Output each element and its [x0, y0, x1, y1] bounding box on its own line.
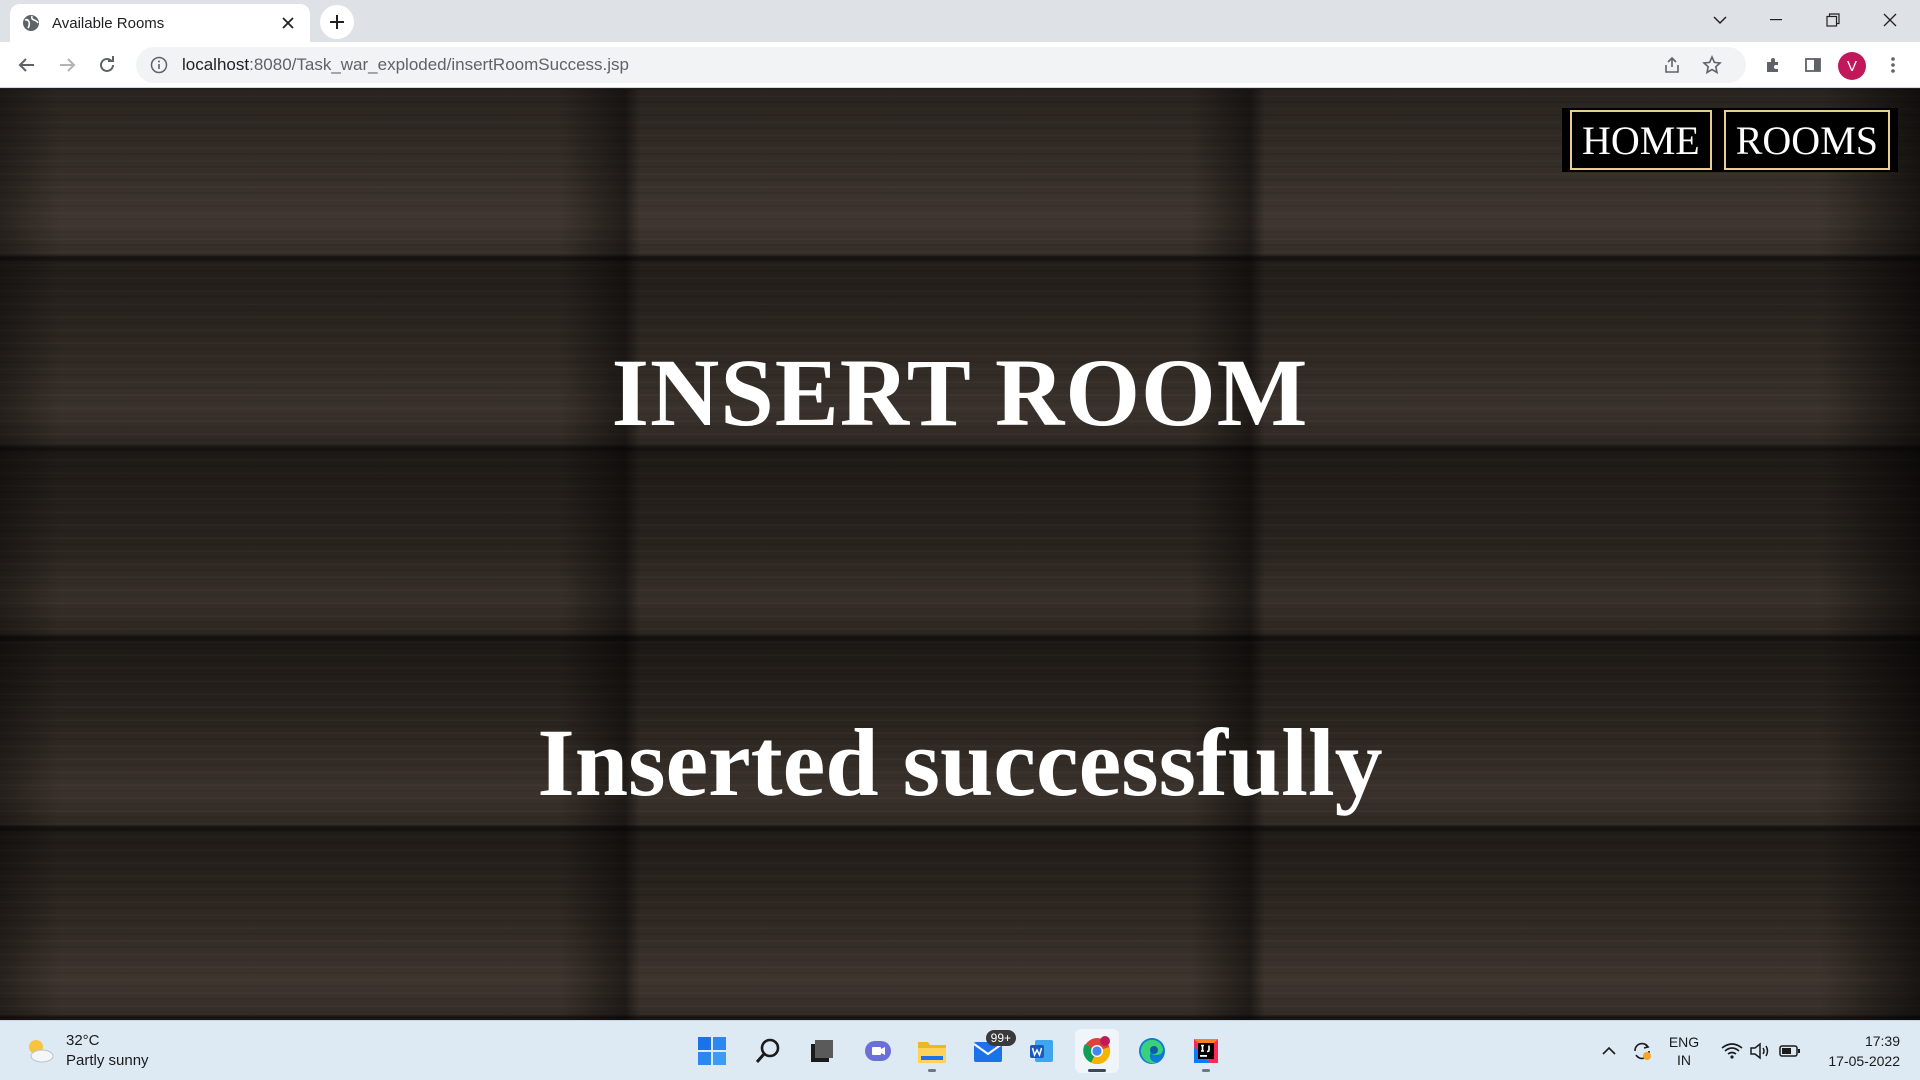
- site-info-icon[interactable]: [150, 56, 168, 74]
- battery-icon[interactable]: [1776, 1021, 1804, 1080]
- volume-icon[interactable]: [1746, 1021, 1774, 1080]
- intellij-icon[interactable]: [1184, 1029, 1228, 1073]
- tab-title: Available Rooms: [52, 14, 165, 32]
- wifi-icon[interactable]: [1718, 1021, 1746, 1080]
- start-icon[interactable]: [690, 1029, 734, 1073]
- weather-condition: Partly sunny: [66, 1052, 149, 1069]
- mail-icon[interactable]: 99+: [966, 1029, 1016, 1073]
- restore-window-icon[interactable]: [1805, 0, 1861, 40]
- url-path: :8080/Task_war_exploded/insertRoomSucces…: [249, 55, 629, 74]
- new-tab-button[interactable]: [320, 5, 354, 39]
- show-hidden-icons-icon[interactable]: [1596, 1021, 1622, 1080]
- close-window-icon[interactable]: [1862, 0, 1918, 40]
- address-bar[interactable]: localhost:8080/Task_war_exploded/insertR…: [136, 47, 1746, 83]
- close-tab-icon[interactable]: [278, 13, 298, 33]
- profile-avatar[interactable]: V: [1838, 52, 1866, 80]
- share-icon[interactable]: [1652, 47, 1692, 83]
- running-indicator: [928, 1069, 936, 1072]
- bookmark-star-icon[interactable]: [1692, 47, 1732, 83]
- success-message: Inserted successfully: [537, 709, 1383, 816]
- active-indicator: [1088, 1069, 1106, 1072]
- home-link[interactable]: HOME: [1569, 110, 1712, 170]
- globe-icon: [22, 14, 40, 32]
- input-language-indicator[interactable]: ENG IN: [1662, 1021, 1706, 1080]
- weather-widget[interactable]: 32°C Partly sunny: [24, 1031, 149, 1071]
- url-text[interactable]: localhost:8080/Task_war_exploded/insertR…: [182, 55, 1652, 75]
- reload-button[interactable]: [90, 48, 124, 82]
- clock-time: 17:39: [1864, 1033, 1900, 1049]
- clock-date: 17-05-2022: [1828, 1053, 1900, 1069]
- clock[interactable]: 17:39 17-05-2022: [1812, 1021, 1900, 1080]
- extensions-icon[interactable]: [1756, 48, 1790, 82]
- page-title: INSERT ROOM: [611, 339, 1309, 446]
- search-icon[interactable]: [746, 1029, 790, 1073]
- browser-menu-icon[interactable]: [1876, 48, 1910, 82]
- teams-chat-icon[interactable]: [856, 1029, 900, 1073]
- browser-tab[interactable]: Available Rooms: [10, 4, 310, 42]
- windows-taskbar: 32°C Partly sunny 99+ ENG IN 17:39 17-05…: [0, 1020, 1920, 1080]
- back-button[interactable]: [10, 48, 44, 82]
- rooms-link[interactable]: ROOMS: [1723, 110, 1890, 170]
- task-view-icon[interactable]: [800, 1029, 844, 1073]
- browser-tabstrip: Available Rooms: [0, 0, 1920, 42]
- language-code: ENG: [1668, 1034, 1700, 1050]
- weather-temp: 32°C: [66, 1032, 100, 1049]
- forward-button[interactable]: [50, 48, 84, 82]
- browser-toolbar: localhost:8080/Task_war_exploded/insertR…: [0, 42, 1920, 88]
- partly-sunny-icon: [24, 1037, 56, 1065]
- url-host: localhost: [182, 55, 250, 74]
- page-viewport: HOME ROOMS INSERT ROOM Inserted successf…: [0, 89, 1920, 1020]
- edge-icon[interactable]: [1130, 1029, 1174, 1073]
- sync-icon[interactable]: [1628, 1021, 1656, 1080]
- running-indicator: [1202, 1069, 1210, 1072]
- side-panel-icon[interactable]: [1796, 48, 1830, 82]
- word-icon[interactable]: [1020, 1029, 1064, 1073]
- tab-search-icon[interactable]: [1692, 0, 1748, 40]
- chrome-icon[interactable]: [1075, 1029, 1119, 1073]
- minimize-window-icon[interactable]: [1748, 0, 1804, 40]
- language-region: IN: [1677, 1052, 1691, 1068]
- file-explorer-icon[interactable]: [910, 1029, 954, 1073]
- mail-unread-badge: 99+: [985, 1030, 1016, 1046]
- top-nav: HOME ROOMS: [1561, 108, 1898, 172]
